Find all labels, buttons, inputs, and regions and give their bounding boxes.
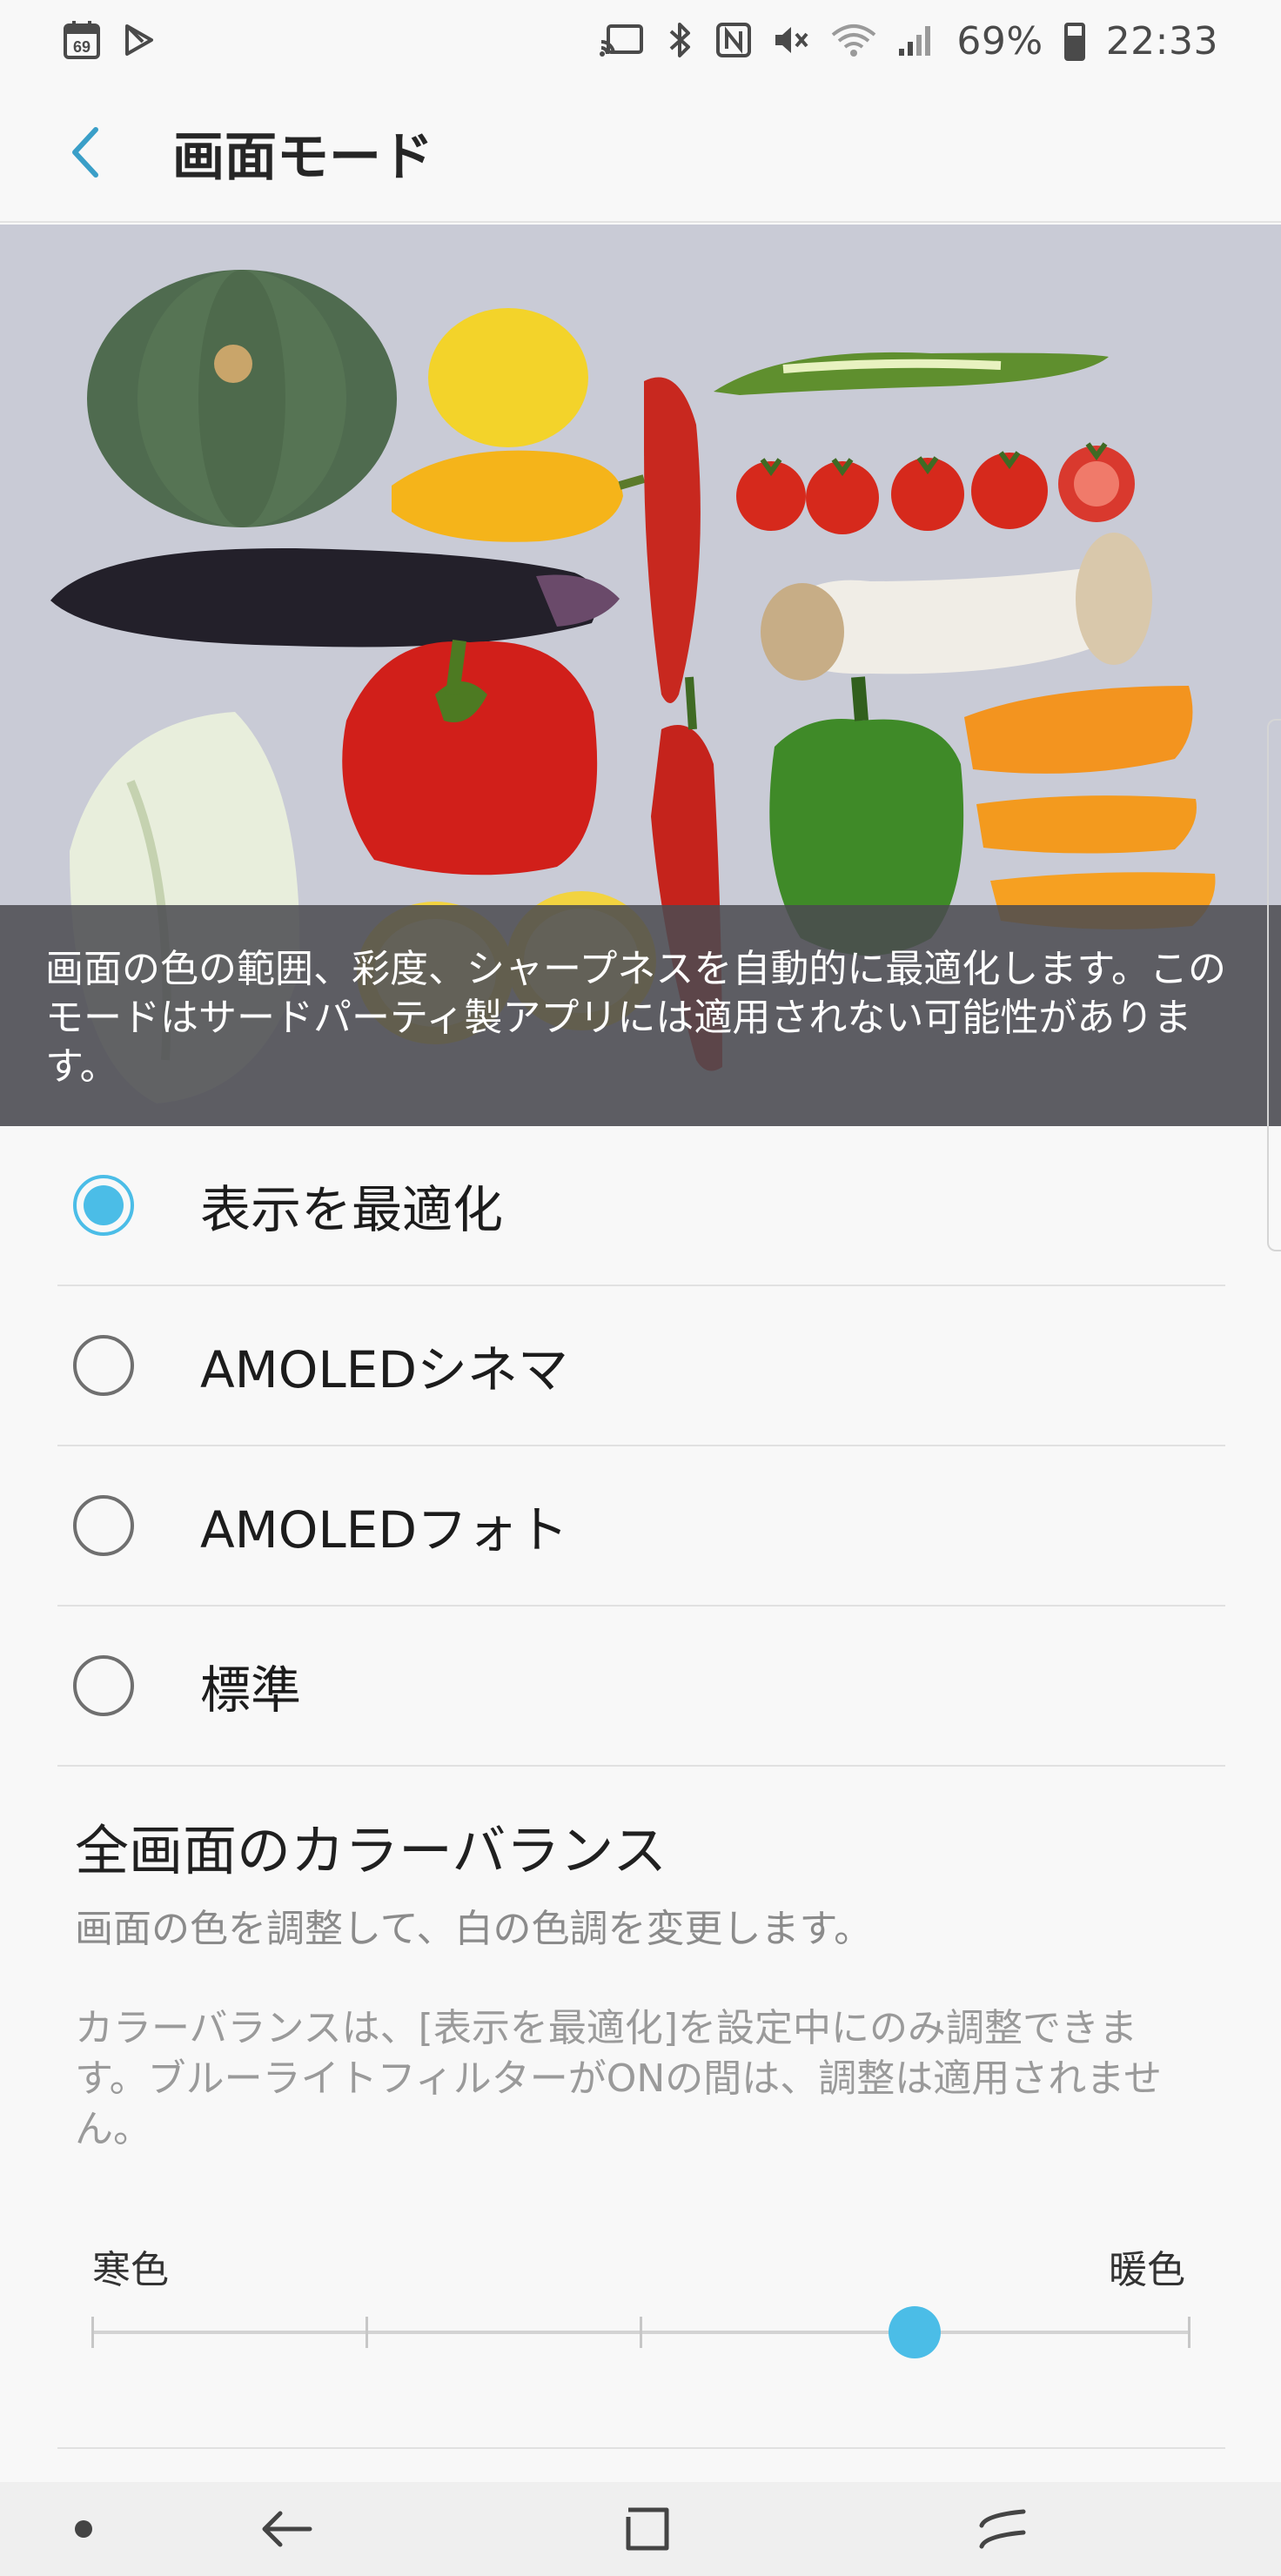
status-bar: 69 69% 22:33 (0, 0, 1281, 84)
status-time: 22:33 (1105, 19, 1218, 64)
status-right: 69% 22:33 (600, 21, 1218, 63)
back-arrow-icon[interactable] (242, 2482, 332, 2576)
preview-image: 画面の色の範囲、彩度、シャープネスを自動的に最適化します。このモードはサードパー… (0, 225, 1281, 1126)
label-cool: 寒色 (92, 2248, 169, 2292)
mode-label: AMOLEDフォト (200, 1500, 568, 1560)
signal-icon (897, 23, 936, 61)
bluetooth-icon (666, 21, 695, 63)
color-balance-slider[interactable] (91, 2306, 1190, 2358)
slider-tick (1188, 2317, 1190, 2348)
color-balance-section: 全画面のカラーバランス 画面の色を調整して、白の色調を変更します。 カラーバラン… (75, 1807, 1197, 2155)
status-left: 69 (63, 20, 157, 64)
radio-button[interactable] (73, 1175, 134, 1236)
app-header: 画面モード (0, 84, 1281, 223)
radio-button[interactable] (73, 1495, 134, 1556)
page-title: 画面モード (172, 126, 433, 188)
battery-icon (1063, 23, 1085, 61)
color-balance-title: 全画面のカラーバランス (75, 1819, 667, 1882)
recents-icon[interactable] (957, 2482, 1048, 2576)
color-balance-subtitle: 画面の色を調整して、白の色調を変更します。 (75, 1907, 873, 1951)
radio-dot (84, 1185, 124, 1225)
mute-icon (772, 23, 810, 61)
screen-mode-list: 表示を最適化 AMOLEDシネマ AMOLEDフォト 標準 (57, 1126, 1225, 1767)
mode-label: 表示を最適化 (200, 1180, 504, 1239)
mode-option-amoled-photo[interactable]: AMOLEDフォト (57, 1446, 1225, 1607)
wifi-icon (831, 23, 876, 61)
chevron-left-icon (72, 127, 98, 178)
slider-tick (91, 2317, 94, 2348)
mode-label: 標準 (200, 1660, 302, 1720)
dot-icon (52, 2482, 115, 2576)
slider-thumb[interactable] (889, 2306, 941, 2358)
label-warm: 暖色 (1109, 2248, 1185, 2292)
mode-option-amoled-cinema[interactable]: AMOLEDシネマ (57, 1286, 1225, 1446)
battery-fill (1067, 36, 1082, 57)
divider (57, 2447, 1225, 2449)
navigation-bar (0, 2482, 1281, 2576)
mode-option-basic[interactable]: 標準 (57, 1607, 1225, 1767)
slider-tick (366, 2317, 368, 2348)
mode-option-optimized[interactable]: 表示を最適化 (57, 1126, 1225, 1286)
slider-tick (640, 2317, 642, 2348)
back-button[interactable] (31, 98, 139, 206)
mode-label: AMOLEDシネマ (200, 1340, 568, 1399)
play-store-icon (122, 23, 157, 61)
radio-button[interactable] (73, 1655, 134, 1716)
scrollbar[interactable] (1267, 719, 1281, 1251)
svg-text:69: 69 (73, 38, 91, 56)
slider-labels: 寒色 暖色 (92, 2238, 1185, 2294)
mode-description: 画面の色の範囲、彩度、シャープネスを自動的に最適化します。このモードはサードパー… (0, 905, 1281, 1126)
color-balance-note: カラーバランスは、[表示を最適化]を設定中にのみ調整できます。ブルーライトフィル… (75, 2006, 1162, 2151)
home-square-icon[interactable] (600, 2482, 691, 2576)
cast-icon (600, 23, 645, 61)
calendar-69-icon: 69 (63, 20, 101, 64)
battery-percent: 69% (956, 19, 1043, 64)
radio-button[interactable] (73, 1335, 134, 1396)
nfc-icon (716, 23, 752, 61)
